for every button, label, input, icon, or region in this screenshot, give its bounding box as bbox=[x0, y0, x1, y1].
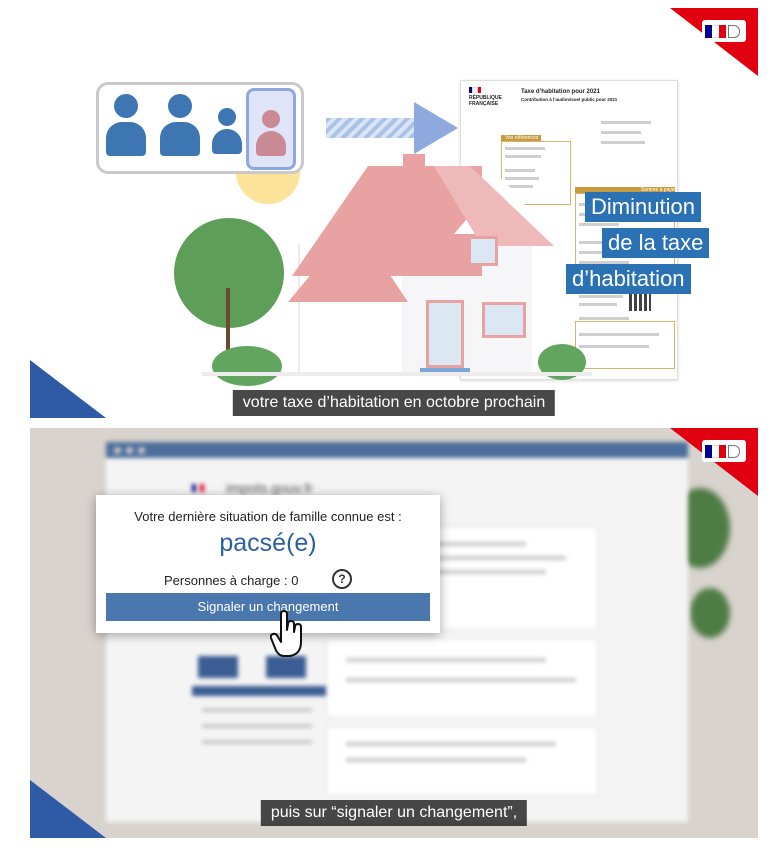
person-icon bbox=[160, 94, 200, 164]
overlay-label-line1: Diminution bbox=[585, 192, 701, 222]
person-icon bbox=[106, 94, 146, 164]
family-status-value: pacsé(e) bbox=[219, 529, 317, 557]
person-icon bbox=[256, 110, 286, 160]
window-icon bbox=[468, 236, 498, 266]
arrow-head-icon bbox=[414, 102, 458, 154]
hand-cursor-icon bbox=[270, 610, 302, 657]
family-situation-popup: Votre dernière situation de famille conn… bbox=[96, 495, 440, 633]
known-situation-label: Votre dernière situation de famille conn… bbox=[134, 509, 402, 524]
overlay-label-line2: de la taxe bbox=[602, 228, 710, 258]
door-icon bbox=[426, 300, 464, 368]
subtitle: votre taxe d’habitation en octobre proch… bbox=[232, 390, 556, 416]
corner-accent bbox=[670, 8, 758, 76]
help-icon[interactable]: ? bbox=[332, 569, 352, 589]
window-icon bbox=[482, 302, 526, 338]
corner-accent bbox=[670, 428, 758, 496]
corner-accent bbox=[30, 360, 106, 418]
person-icon bbox=[212, 108, 242, 158]
doc-header-left: RÉPUBLIQUE FRANÇAISE bbox=[469, 95, 502, 107]
subtitle: puis sur “signaler un changement”, bbox=[260, 800, 528, 826]
marianne-logo-icon bbox=[702, 20, 746, 42]
doc-title: Taxe d’habitation pour 2021 Contribution… bbox=[521, 89, 618, 102]
video-frame-signal-change: impots.gouv.fr Votre dernière situation … bbox=[30, 428, 758, 838]
video-frame-tax-reduction: RÉPUBLIQUE FRANÇAISE Taxe d’habitation p… bbox=[30, 8, 758, 418]
bush-icon bbox=[212, 346, 282, 386]
marianne-logo-icon bbox=[702, 440, 746, 462]
corner-accent bbox=[30, 780, 106, 838]
site-name: impots.gouv.fr bbox=[226, 480, 313, 496]
overlay-label-line3: d’habitation bbox=[566, 264, 691, 294]
signal-change-button[interactable]: Signaler un changement bbox=[106, 593, 430, 621]
dependents-count: Personnes à charge : 0 bbox=[164, 573, 299, 588]
arrow-right-icon bbox=[326, 118, 416, 138]
